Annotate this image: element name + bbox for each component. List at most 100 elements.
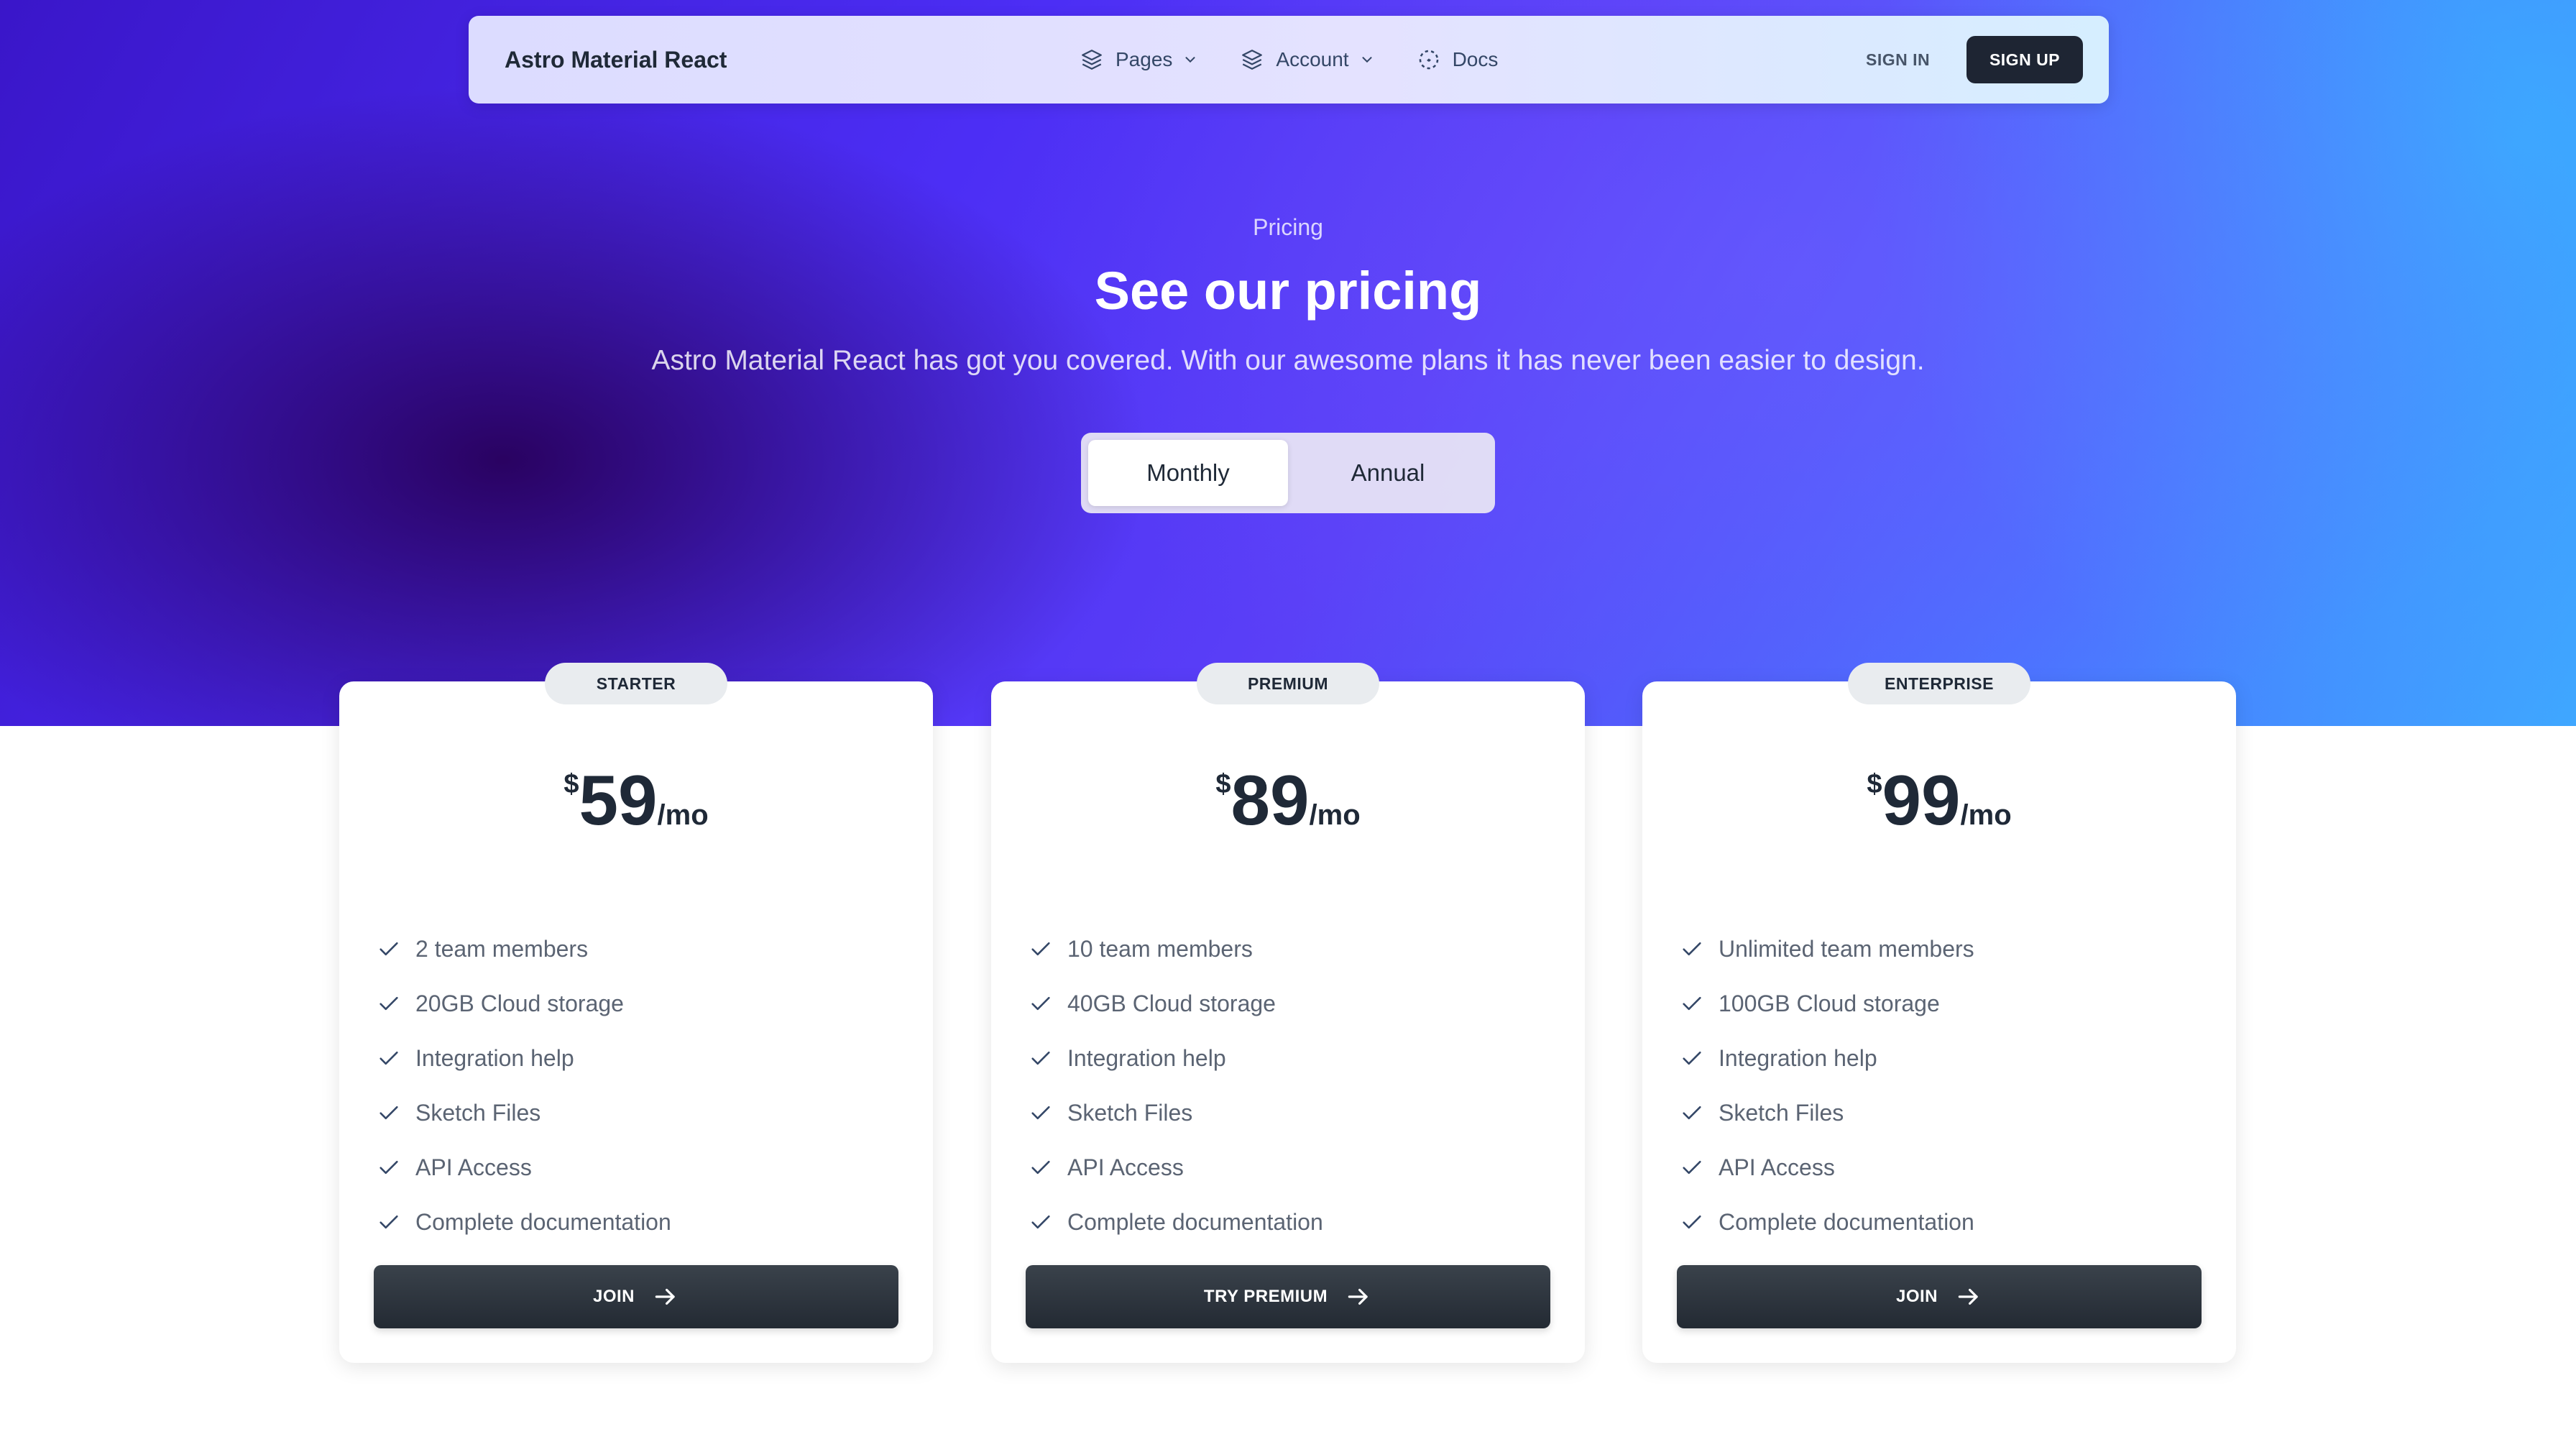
check-icon: [1683, 1215, 1701, 1229]
feature-item: Complete documentation: [377, 1195, 671, 1249]
tab-annual[interactable]: Annual: [1288, 440, 1488, 506]
feature-item: API Access: [377, 1140, 671, 1195]
join-button[interactable]: JOIN: [374, 1265, 898, 1328]
check-icon: [1683, 996, 1701, 1011]
sign-in-link[interactable]: SIGN IN: [1866, 42, 1930, 78]
feature-label: 2 team members: [415, 935, 589, 962]
arrow-right-icon: [1958, 1288, 1978, 1305]
plan-badge: ENTERPRISE: [1848, 663, 2030, 704]
price-currency: $: [1215, 769, 1231, 799]
sign-up-button[interactable]: SIGN UP: [1966, 36, 2083, 83]
feature-item: 100GB Cloud storage: [1680, 976, 1974, 1031]
pricing-card-starter: STARTER $59/mo 2 team members 20GB Cloud…: [339, 663, 933, 1363]
feature-label: Complete documentation: [1067, 1208, 1323, 1235]
check-icon: [380, 1160, 398, 1175]
feature-item: 40GB Cloud storage: [1029, 976, 1323, 1031]
feature-item: Integration help: [1680, 1031, 1974, 1085]
price-amount: 89: [1230, 761, 1310, 840]
layers-icon: [1080, 47, 1104, 72]
nav-item-label: Account: [1276, 48, 1349, 70]
nav-item-label: Docs: [1452, 48, 1499, 70]
feature-label: Sketch Files: [1719, 1099, 1844, 1126]
feature-label: Sketch Files: [415, 1099, 541, 1126]
check-icon: [1683, 1051, 1701, 1065]
check-icon: [1031, 1106, 1050, 1120]
nav-item-docs[interactable]: Docs: [1417, 47, 1509, 72]
price-period: /mo: [657, 799, 709, 831]
plan-price: $59/mo: [339, 765, 933, 835]
price-amount: 99: [1882, 761, 1961, 840]
plan-price: $99/mo: [1642, 765, 2236, 835]
try-premium-button[interactable]: TRY PREMIUM: [1026, 1265, 1550, 1328]
nav-item-account[interactable]: Account: [1240, 47, 1374, 72]
check-icon: [1031, 1051, 1050, 1065]
dashed-circle-icon: [1417, 47, 1441, 72]
check-icon: [380, 1051, 398, 1065]
feature-label: Complete documentation: [1719, 1208, 1974, 1235]
feature-item: API Access: [1029, 1140, 1323, 1195]
brand-logo[interactable]: Astro Material React: [505, 16, 727, 104]
plan-badge: STARTER: [545, 663, 727, 704]
price-amount: 59: [579, 761, 658, 840]
feature-item: Sketch Files: [377, 1085, 671, 1140]
button-label: TRY PREMIUM: [1203, 1287, 1328, 1306]
feature-item: Sketch Files: [1680, 1085, 1974, 1140]
feature-item: Complete documentation: [1680, 1195, 1974, 1249]
feature-list: Unlimited team members 100GB Cloud stora…: [1680, 922, 1974, 1249]
feature-item: 2 team members: [377, 922, 671, 976]
chevron-down-icon: [1359, 52, 1375, 68]
check-icon: [1031, 1215, 1050, 1229]
check-icon: [380, 996, 398, 1011]
feature-label: Integration help: [415, 1044, 574, 1071]
plan-badge: PREMIUM: [1197, 663, 1379, 704]
feature-list: 10 team members 40GB Cloud storage Integ…: [1029, 922, 1323, 1249]
section-eyebrow: Pricing: [1253, 214, 1323, 240]
plan-price: $89/mo: [991, 765, 1585, 835]
navbar: Astro Material React Pages Account Docs: [469, 16, 2109, 104]
feature-item: Integration help: [1029, 1031, 1323, 1085]
arrow-right-icon: [1348, 1288, 1368, 1305]
check-icon: [380, 942, 398, 956]
check-icon: [1031, 1160, 1050, 1175]
feature-list: 2 team members 20GB Cloud storage Integr…: [377, 922, 671, 1249]
feature-item: Unlimited team members: [1680, 922, 1974, 976]
feature-label: 100GB Cloud storage: [1719, 990, 1940, 1016]
chevron-down-icon: [1182, 52, 1198, 68]
tab-monthly[interactable]: Monthly: [1088, 440, 1288, 506]
pricing-card-enterprise: ENTERPRISE $99/mo Unlimited team members…: [1642, 663, 2236, 1363]
feature-label: Complete documentation: [415, 1208, 671, 1235]
button-label: JOIN: [1895, 1287, 1938, 1306]
feature-label: Integration help: [1719, 1044, 1877, 1071]
join-button[interactable]: JOIN: [1677, 1265, 2202, 1328]
feature-label: API Access: [1067, 1154, 1184, 1180]
feature-label: Integration help: [1067, 1044, 1226, 1071]
check-icon: [1683, 1160, 1701, 1175]
check-icon: [380, 1215, 398, 1229]
page-title: See our pricing: [1094, 261, 1482, 321]
feature-label: Unlimited team members: [1719, 935, 1974, 962]
button-label: JOIN: [592, 1287, 635, 1306]
price-currency: $: [1867, 769, 1882, 799]
feature-label: 10 team members: [1067, 935, 1253, 962]
check-icon: [1683, 942, 1701, 956]
feature-item: Integration help: [377, 1031, 671, 1085]
arrow-right-icon: [655, 1288, 675, 1305]
price-period: /mo: [1960, 799, 2012, 831]
check-icon: [1031, 996, 1050, 1011]
price-currency: $: [564, 769, 579, 799]
check-icon: [1683, 1106, 1701, 1120]
feature-label: Sketch Files: [1067, 1099, 1193, 1126]
feature-item: Sketch Files: [1029, 1085, 1323, 1140]
feature-label: 20GB Cloud storage: [415, 990, 624, 1016]
check-icon: [1031, 942, 1050, 956]
nav-item-label: Pages: [1116, 48, 1173, 70]
feature-label: API Access: [415, 1154, 532, 1180]
page-subtitle: Astro Material React has got you covered…: [651, 345, 1925, 376]
billing-period-toggle: Monthly Annual: [1081, 433, 1495, 513]
price-period: /mo: [1309, 799, 1361, 831]
feature-label: 40GB Cloud storage: [1067, 990, 1276, 1016]
feature-item: Complete documentation: [1029, 1195, 1323, 1249]
nav-item-pages[interactable]: Pages: [1080, 47, 1198, 72]
pricing-card-premium: PREMIUM $89/mo 10 team members 40GB Clou…: [991, 663, 1585, 1363]
feature-label: API Access: [1719, 1154, 1835, 1180]
